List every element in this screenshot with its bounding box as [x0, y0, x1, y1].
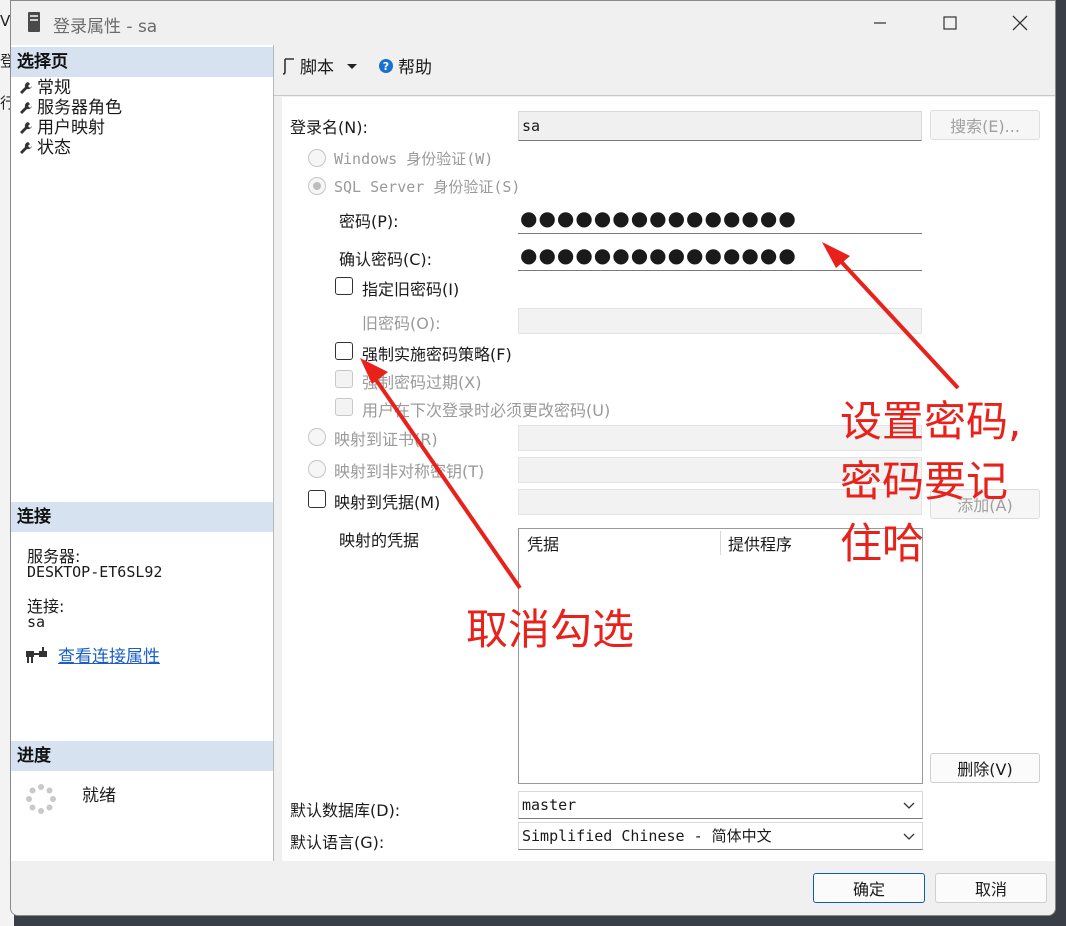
- password-note-line2: 密码要记: [840, 457, 1009, 506]
- password-note-line3: 住哈: [840, 519, 925, 568]
- uncheck-note: 取消勾选: [466, 605, 635, 654]
- password-note-line1: 设置密码,: [840, 397, 1022, 446]
